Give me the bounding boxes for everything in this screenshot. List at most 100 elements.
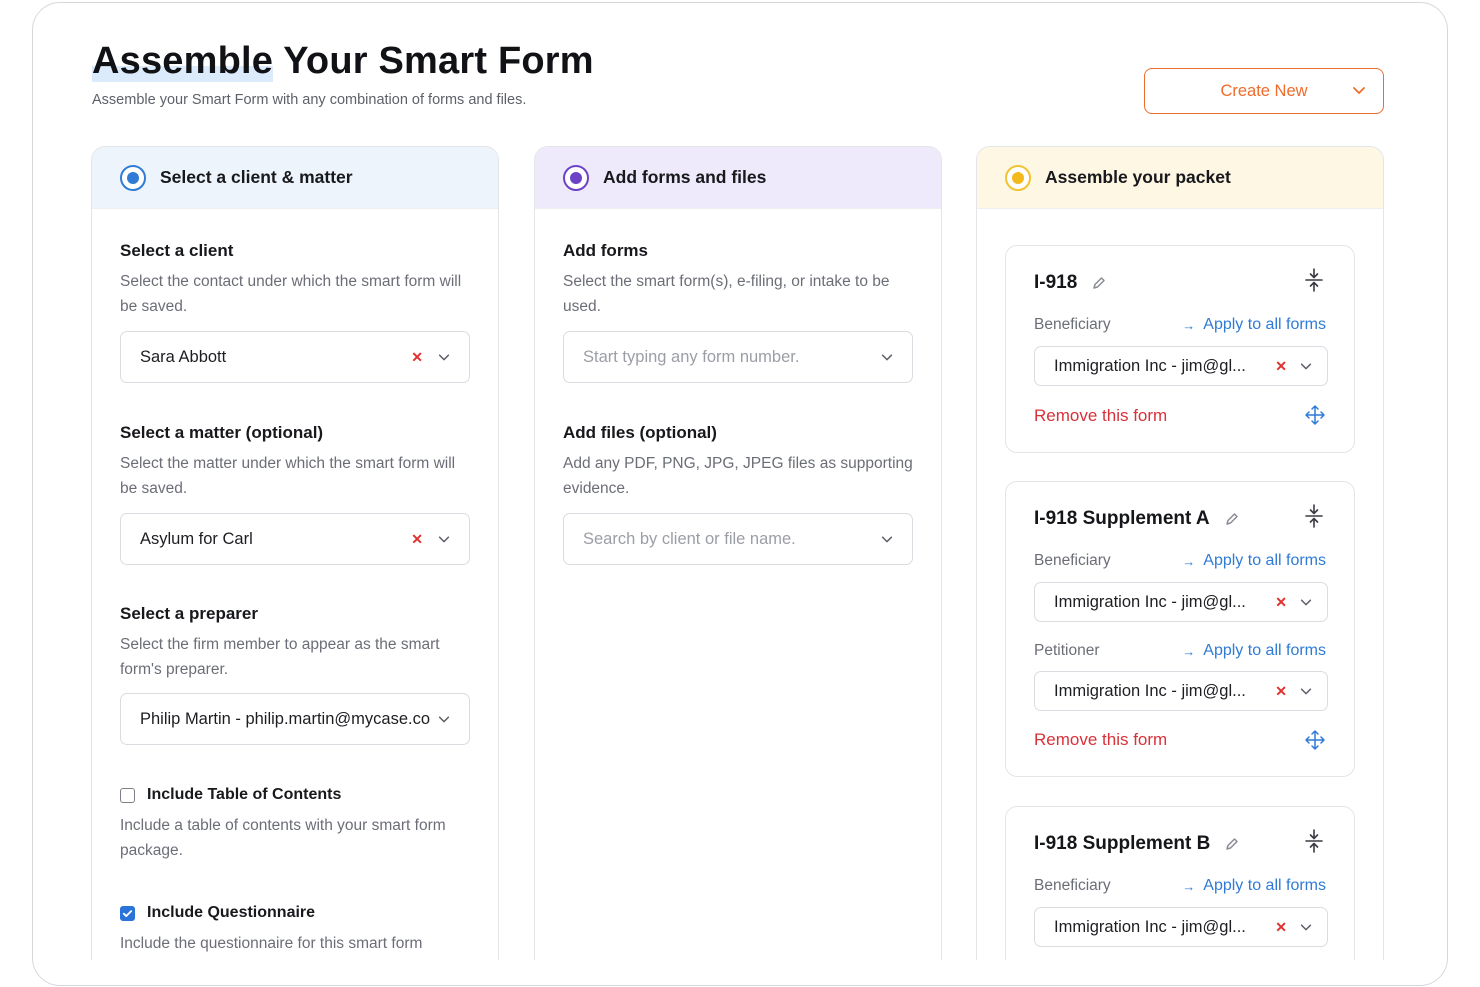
include-toc-checkbox[interactable]: Include Table of Contents	[120, 786, 341, 804]
move-drag-icon[interactable]	[1304, 404, 1326, 426]
form-card-title-text: I-918	[1034, 272, 1078, 293]
apply-to-all-forms-link[interactable]: → Apply to all forms	[1182, 316, 1326, 334]
chevron-down-icon[interactable]	[437, 532, 451, 546]
packet-form-card: I-918 Supplement A Beneficiary → Apply to…	[1005, 481, 1355, 777]
pencil-icon[interactable]	[1224, 836, 1240, 852]
client-select[interactable]: Sara Abbott ✕	[120, 331, 470, 383]
include-questionnaire-label: Include Questionnaire	[147, 904, 316, 921]
packet-form-card: I-918 Supplement B Beneficiary → Apply to…	[1005, 806, 1355, 960]
role-contact-select[interactable]: Immigration Inc - jim@gl... ✕	[1034, 907, 1328, 947]
chevron-down-icon[interactable]	[1299, 359, 1313, 373]
role-contact-select[interactable]: Immigration Inc - jim@gl... ✕	[1034, 582, 1328, 622]
role-contact-value: Immigration Inc - jim@gl...	[1054, 592, 1246, 611]
packet-form-card: I-918 Beneficiary → Apply to all forms Im…	[1005, 245, 1355, 453]
form-card-title-text: I-918 Supplement B	[1034, 833, 1211, 854]
move-drag-icon[interactable]	[1304, 729, 1326, 751]
step-title: Select a client & matter	[160, 167, 353, 187]
step-title: Add forms and files	[603, 167, 767, 187]
file-search-select[interactable]: Search by client or file name.	[563, 513, 913, 565]
clear-icon[interactable]: ✕	[411, 531, 423, 548]
arrow-right-icon: →	[1182, 317, 1196, 333]
chevron-down-icon[interactable]	[880, 350, 894, 364]
chevron-down-icon[interactable]	[437, 712, 451, 726]
client-matter-panel: Select a client & matter Select a client…	[91, 146, 499, 960]
form-search-placeholder: Start typing any form number.	[583, 347, 800, 366]
form-card-title-text: I-918 Supplement A	[1034, 508, 1210, 529]
apply-label: Apply to all forms	[1203, 877, 1326, 894]
form-card-title: I-918	[1034, 272, 1107, 294]
role-contact-select[interactable]: Immigration Inc - jim@gl... ✕	[1034, 346, 1328, 386]
collapse-icon[interactable]	[1304, 268, 1324, 292]
form-card-title: I-918 Supplement B	[1034, 833, 1240, 855]
role-label: Beneficiary	[1034, 877, 1111, 894]
smart-form-page: Assemble Your Smart Form Assemble your S…	[58, 14, 1422, 960]
check-icon	[122, 909, 133, 917]
chevron-down-icon[interactable]	[1299, 684, 1313, 698]
chevron-down-icon[interactable]	[437, 350, 451, 364]
include-questionnaire-checkbox[interactable]: Include Questionnaire	[120, 904, 315, 922]
select-matter-desc: Select the matter under which the smart …	[120, 455, 456, 497]
add-forms-title: Add forms	[563, 241, 648, 260]
preparer-select-value: Philip Martin - philip.martin@mycase.com	[140, 709, 431, 728]
step-radio-icon	[1005, 164, 1031, 191]
checkbox-checked-icon[interactable]	[120, 905, 135, 921]
clear-icon[interactable]: ✕	[1275, 919, 1287, 936]
form-card-title: I-918 Supplement A	[1034, 508, 1240, 530]
chevron-down-icon[interactable]	[1299, 920, 1313, 934]
apply-to-all-forms-link[interactable]: → Apply to all forms	[1182, 552, 1326, 570]
include-toc-label: Include Table of Contents	[147, 786, 342, 803]
remove-form-link[interactable]: Remove this form	[1034, 730, 1167, 750]
step-radio-icon	[563, 164, 589, 191]
select-preparer-desc: Select the firm member to appear as the …	[120, 636, 440, 678]
step-header-assemble-packet: Assemble your packet	[977, 147, 1383, 209]
apply-to-all-forms-link[interactable]: → Apply to all forms	[1182, 642, 1326, 660]
assemble-packet-panel: Assemble your packet I-918 Beneficiary →…	[976, 146, 1384, 960]
matter-select[interactable]: Asylum for Carl ✕	[120, 513, 470, 565]
forms-files-panel: Add forms and files Add forms Select the…	[534, 146, 942, 960]
include-questionnaire-desc: Include the questionnaire for this smart…	[120, 935, 423, 952]
apply-label: Apply to all forms	[1203, 642, 1326, 659]
role-label: Beneficiary	[1034, 552, 1111, 569]
role-contact-value: Immigration Inc - jim@gl...	[1054, 917, 1246, 936]
file-search-placeholder: Search by client or file name.	[583, 529, 796, 548]
matter-select-value: Asylum for Carl	[140, 529, 253, 548]
step-header-client-matter: Select a client & matter	[92, 147, 498, 209]
chevron-down-icon	[1353, 87, 1365, 94]
select-client-title: Select a client	[120, 241, 234, 260]
role-contact-select[interactable]: Immigration Inc - jim@gl... ✕	[1034, 671, 1328, 711]
arrow-right-icon: →	[1182, 643, 1196, 659]
checkbox-unchecked-icon[interactable]	[120, 787, 135, 803]
add-files-desc: Add any PDF, PNG, JPG, JPEG files as sup…	[563, 455, 913, 497]
add-files-title: Add files (optional)	[563, 423, 717, 442]
apply-label: Apply to all forms	[1203, 316, 1326, 333]
clear-icon[interactable]: ✕	[1275, 594, 1287, 611]
pencil-icon[interactable]	[1224, 511, 1240, 527]
collapse-icon[interactable]	[1304, 829, 1324, 853]
select-preparer-title: Select a preparer	[120, 604, 258, 623]
select-matter-title: Select a matter (optional)	[120, 423, 324, 442]
select-client-desc: Select the contact under which the smart…	[120, 273, 462, 315]
form-search-select[interactable]: Start typing any form number.	[563, 331, 913, 383]
create-new-label: Create New	[1220, 81, 1308, 100]
clear-icon[interactable]: ✕	[1275, 683, 1287, 700]
step-radio-icon	[120, 164, 146, 191]
chevron-down-icon[interactable]	[880, 532, 894, 546]
collapse-icon[interactable]	[1304, 504, 1324, 528]
role-contact-value: Immigration Inc - jim@gl...	[1054, 681, 1246, 700]
chevron-down-icon[interactable]	[1299, 595, 1313, 609]
arrow-right-icon: →	[1182, 878, 1196, 894]
step-title: Assemble your packet	[1045, 167, 1231, 187]
page-subtitle: Assemble your Smart Form with any combin…	[92, 92, 527, 108]
create-new-button[interactable]: Create New	[1144, 68, 1384, 114]
clear-icon[interactable]: ✕	[1275, 358, 1287, 375]
apply-label: Apply to all forms	[1203, 552, 1326, 569]
pencil-icon[interactable]	[1091, 275, 1107, 291]
include-toc-desc: Include a table of contents with your sm…	[120, 817, 446, 859]
apply-to-all-forms-link[interactable]: → Apply to all forms	[1182, 877, 1326, 895]
remove-form-link[interactable]: Remove this form	[1034, 406, 1167, 426]
clear-icon[interactable]: ✕	[411, 349, 423, 366]
role-contact-value: Immigration Inc - jim@gl...	[1054, 356, 1246, 375]
preparer-select[interactable]: Philip Martin - philip.martin@mycase.com	[120, 693, 470, 745]
add-forms-desc: Select the smart form(s), e-filing, or i…	[563, 273, 890, 315]
page-title: Assemble Your Smart Form	[92, 40, 594, 82]
